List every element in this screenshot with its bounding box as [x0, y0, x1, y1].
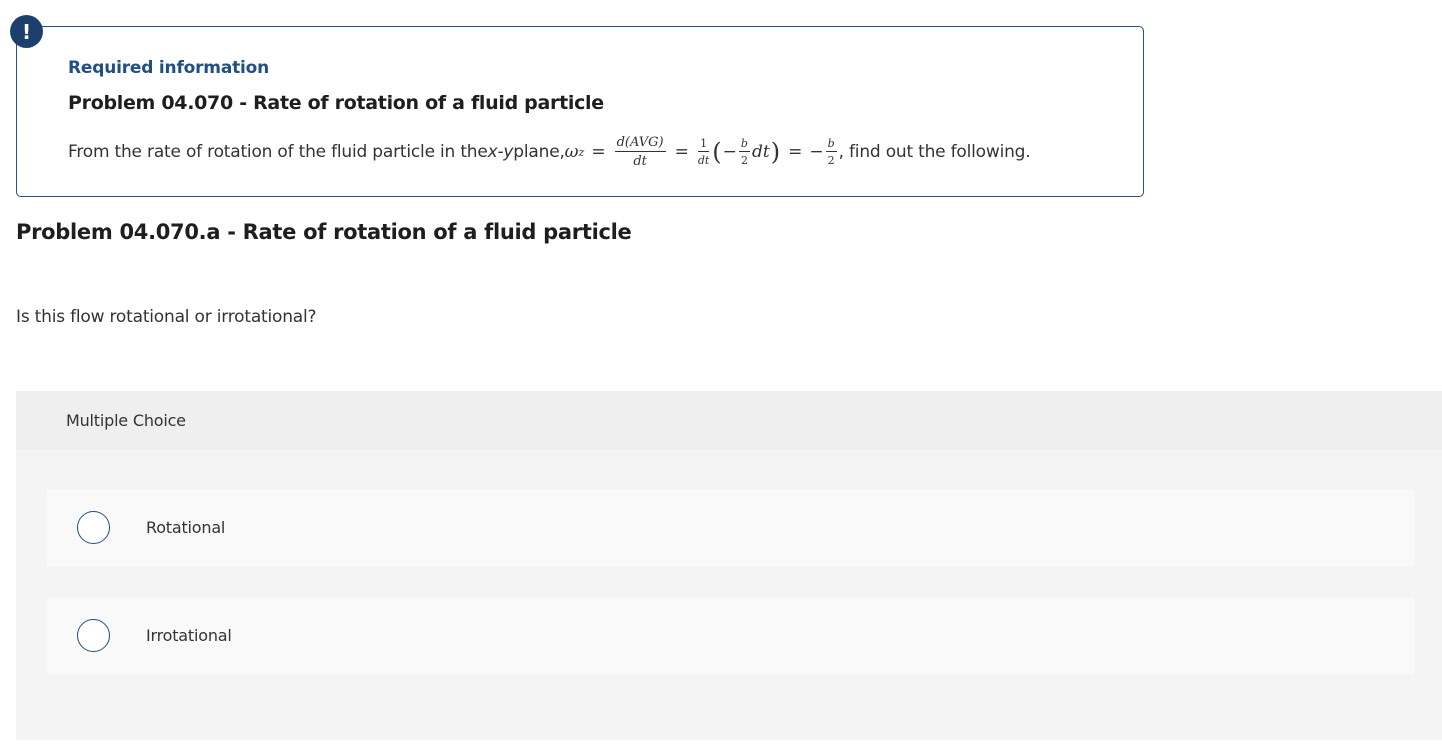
fraction-numerator: d(AVG)	[614, 135, 666, 152]
equals-sign: =	[788, 142, 803, 162]
rotation-equation: ωz = d(AVG) dt = 1 dt ( − b 2 dt ) = − b	[565, 136, 839, 168]
required-info-box: Required information Problem 04.070 - Ra…	[16, 26, 1144, 197]
equals-sign: =	[674, 142, 689, 162]
text-after: , find out the following.	[838, 142, 1031, 162]
minus-sign: −	[809, 142, 824, 162]
fraction-denominator: dt	[697, 154, 710, 167]
omega-symbol: ω	[564, 142, 579, 162]
xy-text: x-y	[487, 142, 514, 162]
text-middle: plane,	[513, 142, 565, 162]
sub-problem-title: Problem 04.070.a - Rate of rotation of a…	[16, 220, 632, 244]
omega-subscript: z	[578, 145, 585, 159]
multiple-choice-label: Multiple Choice	[66, 411, 186, 430]
text-before: From the rate of rotation of the fluid p…	[68, 142, 488, 162]
paren-open: (	[712, 138, 722, 166]
question-text: Is this flow rotational or irrotational?	[16, 307, 317, 327]
option-label[interactable]: Rotational	[146, 518, 225, 537]
info-description: From the rate of rotation of the fluid p…	[68, 130, 1128, 174]
paren-close: )	[770, 138, 781, 166]
fraction-b-2: b 2	[738, 137, 750, 167]
fraction-denominator: 2	[740, 154, 748, 167]
radio-button[interactable]	[77, 619, 110, 652]
required-info-heading: Required information	[68, 58, 270, 78]
multiple-choice-header: Multiple Choice	[16, 391, 1442, 450]
fraction-b-2-result: b 2	[825, 137, 837, 167]
option-irrotational[interactable]: Irrotational	[47, 597, 1414, 675]
multiple-choice-panel: Multiple Choice Rotational Irrotational	[16, 391, 1442, 740]
radio-button[interactable]	[77, 511, 110, 544]
minus-sign: −	[722, 142, 737, 162]
fraction-davg-dt: d(AVG) dt	[614, 135, 666, 169]
dt-term: dt	[751, 142, 770, 162]
fraction-one-dt: 1 dt	[698, 138, 709, 166]
fraction-numerator: b	[738, 137, 750, 152]
fraction-numerator: 1	[698, 137, 710, 152]
alert-icon: !	[10, 15, 43, 48]
fraction-denominator: 2	[827, 154, 835, 167]
fraction-numerator: b	[825, 137, 837, 152]
option-label[interactable]: Irrotational	[146, 626, 232, 645]
info-problem-title: Problem 04.070 - Rate of rotation of a f…	[68, 92, 604, 114]
fraction-denominator: dt	[633, 154, 647, 169]
equals-sign: =	[591, 142, 606, 162]
option-rotational[interactable]: Rotational	[47, 489, 1414, 567]
